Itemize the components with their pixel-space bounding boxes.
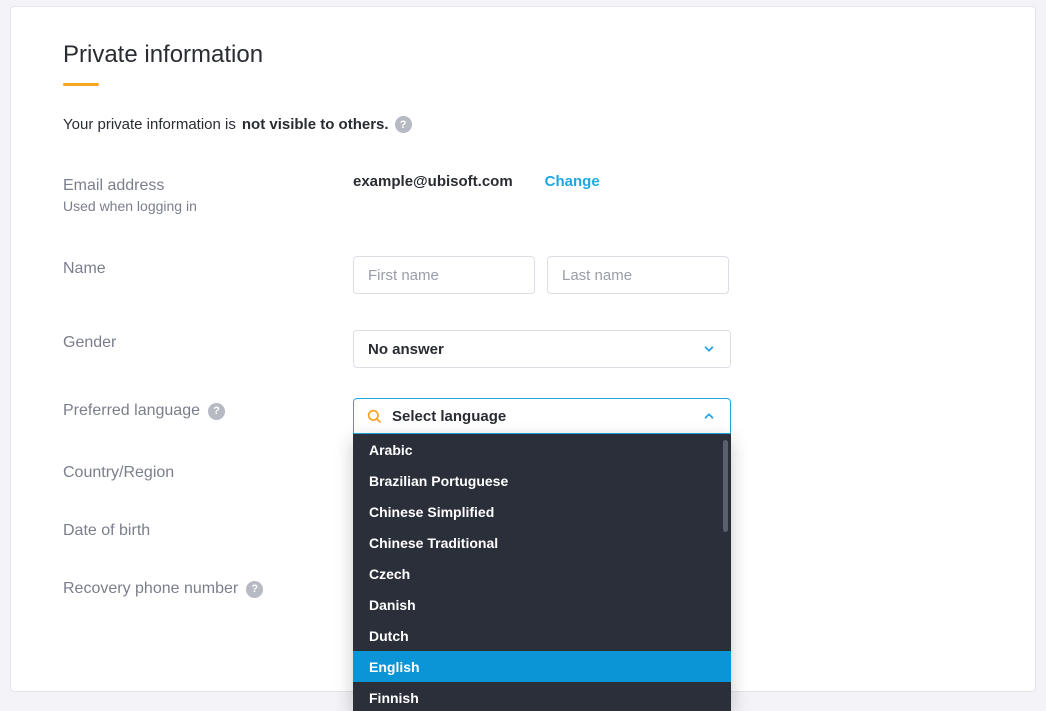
name-label-col: Name	[63, 256, 353, 278]
language-label-col: Preferred language ?	[63, 398, 353, 420]
visibility-note-prefix: Your private information is	[63, 116, 236, 133]
email-label-col: Email address Used when logging in	[63, 173, 353, 214]
language-search-placeholder: Select language	[392, 408, 506, 425]
gender-label: Gender	[63, 334, 353, 352]
language-label-text: Preferred language	[63, 402, 200, 420]
gender-select[interactable]: No answer	[353, 330, 731, 368]
chevron-down-icon	[702, 342, 716, 356]
language-option[interactable]: Finnish	[353, 682, 731, 711]
settings-card: Private information Your private informa…	[10, 6, 1036, 692]
name-label: Name	[63, 260, 353, 278]
help-icon[interactable]: ?	[246, 581, 263, 598]
email-label: Email address	[63, 177, 353, 195]
change-email-link[interactable]: Change	[545, 173, 600, 190]
language-label: Preferred language ?	[63, 402, 353, 420]
country-label: Country/Region	[63, 464, 353, 482]
scrollbar-thumb[interactable]	[723, 440, 728, 532]
help-icon[interactable]: ?	[395, 116, 412, 133]
row-language: Preferred language ? Select language	[63, 398, 983, 434]
first-name-input[interactable]	[353, 256, 535, 294]
form-rows: Email address Used when logging in examp…	[63, 173, 983, 598]
recovery-label-text: Recovery phone number	[63, 580, 238, 598]
section-title-text: Private information	[63, 41, 263, 79]
language-search-box[interactable]: Select language	[353, 398, 731, 434]
dob-label: Date of birth	[63, 522, 353, 540]
recovery-label-col: Recovery phone number ?	[63, 576, 353, 598]
recovery-label: Recovery phone number ?	[63, 580, 353, 598]
search-icon	[366, 408, 382, 424]
name-input-pair	[353, 256, 729, 294]
gender-value-col: No answer	[353, 330, 983, 368]
language-option[interactable]: English	[353, 651, 731, 682]
name-value-col	[353, 256, 983, 294]
language-option[interactable]: Arabic	[353, 434, 731, 465]
row-email: Email address Used when logging in examp…	[63, 173, 983, 214]
language-options-list[interactable]: ArabicBrazilian PortugueseChinese Simpli…	[353, 434, 731, 711]
title-underline	[63, 83, 99, 86]
help-icon[interactable]: ?	[208, 403, 225, 420]
visibility-note-bold: not visible to others.	[242, 116, 389, 133]
language-option[interactable]: Chinese Simplified	[353, 496, 731, 527]
email-value: example@ubisoft.com	[353, 173, 513, 190]
section-title: Private information	[63, 41, 983, 86]
gender-label-col: Gender	[63, 330, 353, 352]
row-name: Name	[63, 256, 983, 294]
email-value-col: example@ubisoft.com Change	[353, 173, 983, 190]
row-gender: Gender No answer	[63, 330, 983, 368]
visibility-note: Your private information is not visible …	[63, 116, 983, 133]
email-sublabel: Used when logging in	[63, 198, 353, 214]
language-option[interactable]: Czech	[353, 558, 731, 589]
gender-selected-text: No answer	[368, 341, 444, 358]
language-option[interactable]: Danish	[353, 589, 731, 620]
dob-label-col: Date of birth	[63, 518, 353, 540]
chevron-up-icon	[702, 409, 716, 423]
country-label-col: Country/Region	[63, 460, 353, 482]
language-option[interactable]: Brazilian Portuguese	[353, 465, 731, 496]
last-name-input[interactable]	[547, 256, 729, 294]
language-dropdown[interactable]: Select language ArabicBrazilian Portugue…	[353, 398, 731, 434]
language-value-col: Select language ArabicBrazilian Portugue…	[353, 398, 983, 434]
language-option[interactable]: Dutch	[353, 620, 731, 651]
language-option[interactable]: Chinese Traditional	[353, 527, 731, 558]
